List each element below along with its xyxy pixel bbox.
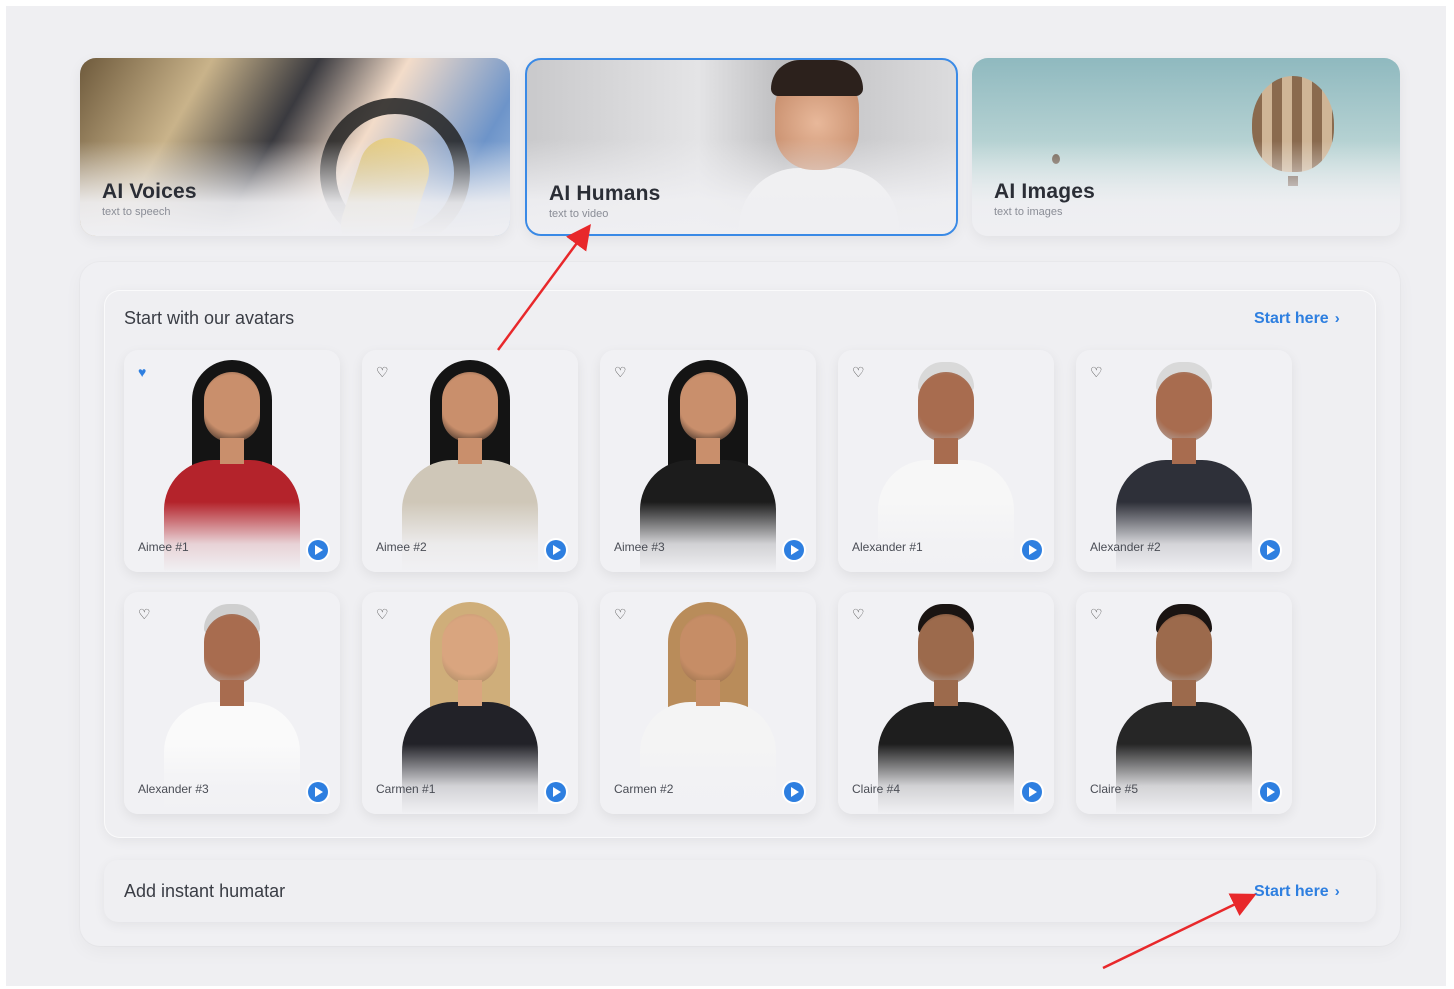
category-subtitle: text to images <box>994 206 1063 218</box>
humatar-start-here-link[interactable]: Start here › <box>1254 883 1340 901</box>
start-here-label: Start here <box>1254 310 1329 327</box>
category-card-ai-images[interactable]: AI Images text to images <box>972 58 1400 236</box>
avatar-name: Alexander #1 <box>852 540 923 554</box>
start-here-label: Start here <box>1254 883 1329 900</box>
avatar-name: Aimee #3 <box>614 540 665 554</box>
category-card-ai-humans[interactable]: AI Humans text to video <box>525 58 958 236</box>
avatars-start-here-link[interactable]: Start here › <box>1254 310 1340 328</box>
avatar-card[interactable]: ♡ Alexander #3 <box>124 592 340 814</box>
play-icon[interactable] <box>784 540 804 560</box>
play-icon[interactable] <box>546 540 566 560</box>
chevron-right-icon: › <box>1334 883 1340 900</box>
play-icon[interactable] <box>1022 782 1042 802</box>
avatar-name: Alexander #3 <box>138 782 209 796</box>
avatar-card[interactable]: ♡ Claire #5 <box>1076 592 1292 814</box>
avatar-card[interactable]: ♡ Carmen #1 <box>362 592 578 814</box>
avatars-section-title: Start with our avatars <box>124 308 295 328</box>
chevron-right-icon: › <box>1334 310 1340 327</box>
play-icon[interactable] <box>1260 782 1280 802</box>
category-title: AI Humans <box>549 182 661 205</box>
avatar-name: Aimee #1 <box>138 540 189 554</box>
avatar-name: Claire #5 <box>1090 782 1139 796</box>
category-title: AI Images <box>994 180 1096 203</box>
category-subtitle: text to video <box>549 208 609 220</box>
category-title: AI Voices <box>102 180 197 203</box>
play-icon[interactable] <box>546 782 566 802</box>
avatar-name: Alexander #2 <box>1090 540 1161 554</box>
avatar-card[interactable]: ♡ Carmen #2 <box>600 592 816 814</box>
humatar-section <box>104 860 1376 922</box>
category-subtitle: text to speech <box>102 206 171 218</box>
avatar-card[interactable]: ♡ Aimee #3 <box>600 350 816 572</box>
play-icon[interactable] <box>784 782 804 802</box>
humatar-section-title: Add instant humatar <box>124 881 286 901</box>
avatar-name: Carmen #2 <box>614 782 674 796</box>
play-icon[interactable] <box>308 540 328 560</box>
play-icon[interactable] <box>308 782 328 802</box>
avatar-name: Carmen #1 <box>376 782 436 796</box>
avatar-card[interactable]: ♡ Alexander #2 <box>1076 350 1292 572</box>
avatar-name: Claire #4 <box>852 782 901 796</box>
avatar-card[interactable]: ♡ Alexander #1 <box>838 350 1054 572</box>
play-icon[interactable] <box>1260 540 1280 560</box>
category-card-ai-voices[interactable]: AI Voices text to speech <box>80 58 510 236</box>
avatar-card[interactable]: ♡ Aimee #2 <box>362 350 578 572</box>
avatar-card[interactable]: ♡ Claire #4 <box>838 592 1054 814</box>
avatar-card[interactable]: ♥ Aimee #1 <box>124 350 340 572</box>
avatar-name: Aimee #2 <box>376 540 427 554</box>
play-icon[interactable] <box>1022 540 1042 560</box>
